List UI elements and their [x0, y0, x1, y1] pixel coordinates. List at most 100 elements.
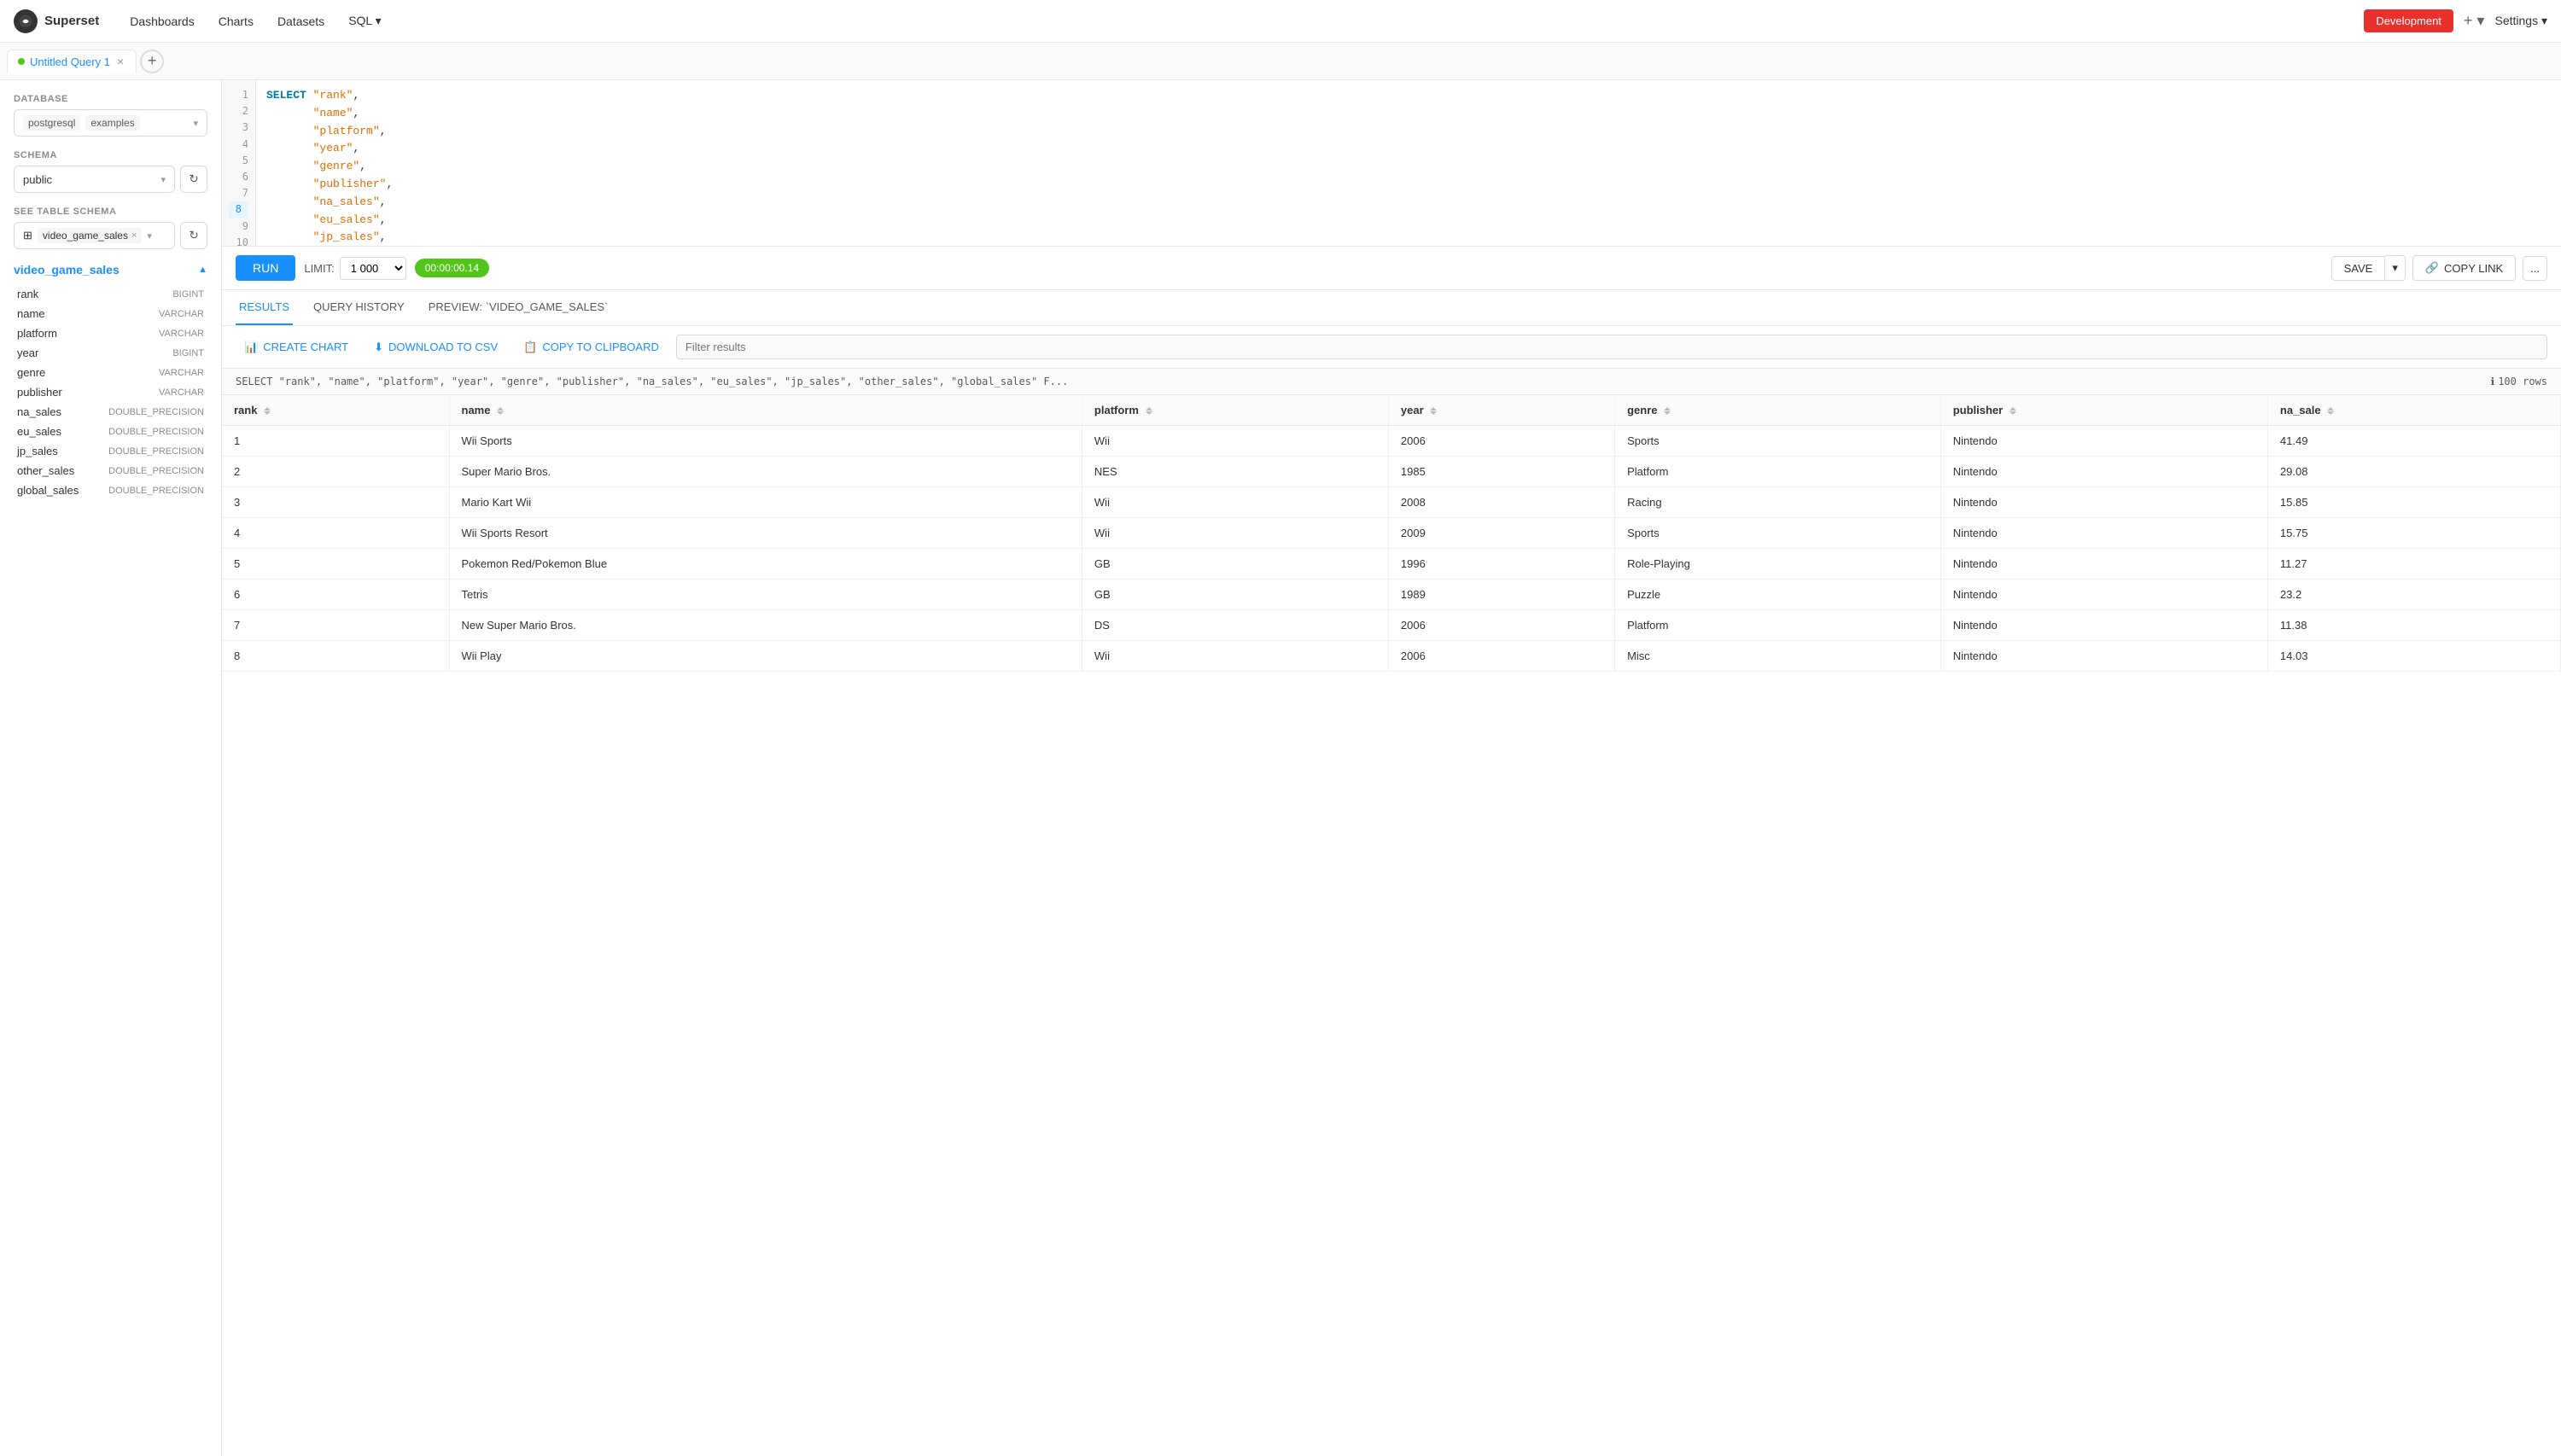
tab-close-button[interactable]: × — [115, 55, 125, 67]
tab-label: Untitled Query 1 — [30, 55, 110, 68]
see-table-label: SEE TABLE SCHEMA — [14, 207, 207, 217]
cell-na_sale: 15.75 — [2267, 518, 2560, 549]
table-select[interactable]: ⊞ video_game_sales × ▾ — [14, 222, 175, 249]
th-na-sales[interactable]: na_sale — [2267, 395, 2560, 426]
filter-results-input[interactable] — [676, 335, 2547, 359]
toolbar-right: SAVE ▾ 🔗 COPY LINK ... — [2331, 255, 2547, 281]
cell-rank: 2 — [222, 457, 449, 487]
left-panel: DATABASE postgresql examples ▾ SCHEMA pu… — [0, 80, 222, 1456]
database-select[interactable]: postgresql examples ▾ — [14, 109, 207, 137]
table-row: 2Super Mario Bros.NES1985PlatformNintend… — [222, 457, 2561, 487]
db-badge-name: examples — [85, 115, 139, 131]
add-button[interactable]: + ▾ — [2464, 12, 2485, 30]
main-layout: DATABASE postgresql examples ▾ SCHEMA pu… — [0, 80, 2561, 1456]
schema-select[interactable]: public ▾ — [14, 166, 175, 193]
th-na-sales-label: na_sale — [2280, 404, 2321, 416]
query-tab[interactable]: Untitled Query 1 × — [7, 50, 137, 74]
brand-name: Superset — [44, 14, 99, 28]
line-num-8: 8 — [229, 201, 248, 218]
cell-genre: Racing — [1615, 487, 1941, 518]
th-rank[interactable]: rank — [222, 395, 449, 426]
cell-na_sale: 29.08 — [2267, 457, 2560, 487]
cell-name: Pokemon Red/Pokemon Blue — [449, 549, 1082, 579]
cell-name: Wii Sports Resort — [449, 518, 1082, 549]
th-platform[interactable]: platform — [1082, 395, 1388, 426]
download-csv-button[interactable]: ⬇ DOWNLOAD TO CSV — [365, 335, 506, 359]
cell-publisher: Nintendo — [1940, 487, 2267, 518]
cell-name: Tetris — [449, 579, 1082, 610]
table-refresh-button[interactable]: ↻ — [180, 222, 207, 249]
cell-rank: 4 — [222, 518, 449, 549]
download-csv-label: DOWNLOAD TO CSV — [388, 341, 498, 353]
copy-clipboard-label: COPY TO CLIPBOARD — [542, 341, 659, 353]
database-chevron-icon: ▾ — [193, 118, 198, 129]
nav-dashboards[interactable]: Dashboards — [120, 9, 205, 33]
cell-genre: Sports — [1615, 518, 1941, 549]
database-badges: postgresql examples — [23, 115, 140, 131]
column-item: global_sales DOUBLE_PRECISION — [14, 481, 207, 499]
tab-query-history[interactable]: QUERY HISTORY — [310, 290, 408, 325]
settings-button[interactable]: Settings ▾ — [2494, 14, 2547, 28]
table-row: 6TetrisGB1989PuzzleNintendo23.2 — [222, 579, 2561, 610]
brand-logo[interactable]: Superset — [14, 9, 99, 33]
add-tab-button[interactable]: + — [140, 50, 164, 73]
cell-year: 1996 — [1388, 549, 1614, 579]
tab-results[interactable]: RESULTS — [236, 290, 293, 325]
schema-row: public ▾ ↻ — [14, 166, 207, 193]
cell-year: 2009 — [1388, 518, 1614, 549]
nav-sql[interactable]: SQL ▾ — [338, 9, 391, 33]
table-header-row: rank name platform — [222, 395, 2561, 426]
limit-section: LIMIT: 1 000 5 000 10 000 — [304, 257, 405, 280]
th-year-label: year — [1401, 404, 1424, 416]
th-name[interactable]: name — [449, 395, 1082, 426]
column-type: BIGINT — [172, 289, 204, 300]
create-chart-button[interactable]: 📊 CREATE CHART — [236, 335, 357, 359]
column-type: DOUBLE_PRECISION — [108, 466, 204, 476]
schema-chevron-icon: ▾ — [160, 174, 166, 185]
save-button[interactable]: SAVE — [2331, 256, 2386, 281]
line-numbers: 1 2 3 4 5 6 7 8 9 10 11 12 — [222, 80, 256, 246]
code-line-6: "publisher", — [266, 176, 2551, 194]
code-content[interactable]: SELECT "rank", "name", "platform", "year… — [256, 80, 2561, 246]
column-name: other_sales — [17, 464, 74, 477]
column-type: DOUBLE_PRECISION — [108, 446, 204, 457]
column-item: platform VARCHAR — [14, 324, 207, 342]
th-name-label: name — [462, 404, 491, 416]
more-options-button[interactable]: ... — [2523, 256, 2547, 281]
column-item: year BIGINT — [14, 344, 207, 362]
nav-datasets[interactable]: Datasets — [267, 9, 335, 33]
table-tag-remove-icon[interactable]: × — [131, 230, 137, 241]
logo-icon — [14, 9, 38, 33]
th-publisher-label: publisher — [1953, 404, 2004, 416]
columns-section-title[interactable]: video_game_sales ▲ — [14, 263, 207, 277]
cell-rank: 5 — [222, 549, 449, 579]
limit-select[interactable]: 1 000 5 000 10 000 — [340, 257, 406, 280]
column-name: genre — [17, 366, 45, 379]
column-type: DOUBLE_PRECISION — [108, 407, 204, 417]
copy-clipboard-button[interactable]: 📋 COPY TO CLIPBOARD — [515, 335, 668, 359]
limit-label: LIMIT: — [304, 262, 334, 275]
th-genre[interactable]: genre — [1615, 395, 1941, 426]
table-icon: ⊞ — [23, 229, 32, 242]
cell-platform: NES — [1082, 457, 1388, 487]
cell-name: Wii Play — [449, 641, 1082, 672]
schema-refresh-button[interactable]: ↻ — [180, 166, 207, 193]
code-line-7: "na_sales", — [266, 194, 2551, 212]
table-row: 5Pokemon Red/Pokemon BlueGB1996Role-Play… — [222, 549, 2561, 579]
line-num-1: 1 — [242, 87, 248, 103]
table-row: 3Mario Kart WiiWii2008RacingNintendo15.8… — [222, 487, 2561, 518]
data-table: rank name platform — [222, 395, 2561, 672]
code-editor[interactable]: 1 2 3 4 5 6 7 8 9 10 11 12 SELECT "rank"… — [222, 80, 2561, 247]
database-label: DATABASE — [14, 94, 207, 104]
th-year[interactable]: year — [1388, 395, 1614, 426]
copy-link-button[interactable]: 🔗 COPY LINK — [2412, 255, 2516, 281]
column-type: VARCHAR — [159, 329, 204, 339]
save-dropdown-button[interactable]: ▾ — [2385, 255, 2406, 281]
tab-preview[interactable]: PREVIEW: `VIDEO_GAME_SALES` — [425, 290, 612, 325]
run-button[interactable]: RUN — [236, 255, 295, 281]
th-publisher[interactable]: publisher — [1940, 395, 2267, 426]
nav-charts[interactable]: Charts — [208, 9, 264, 33]
cell-platform: Wii — [1082, 641, 1388, 672]
environment-badge[interactable]: Development — [2364, 9, 2453, 32]
cell-genre: Platform — [1615, 610, 1941, 641]
